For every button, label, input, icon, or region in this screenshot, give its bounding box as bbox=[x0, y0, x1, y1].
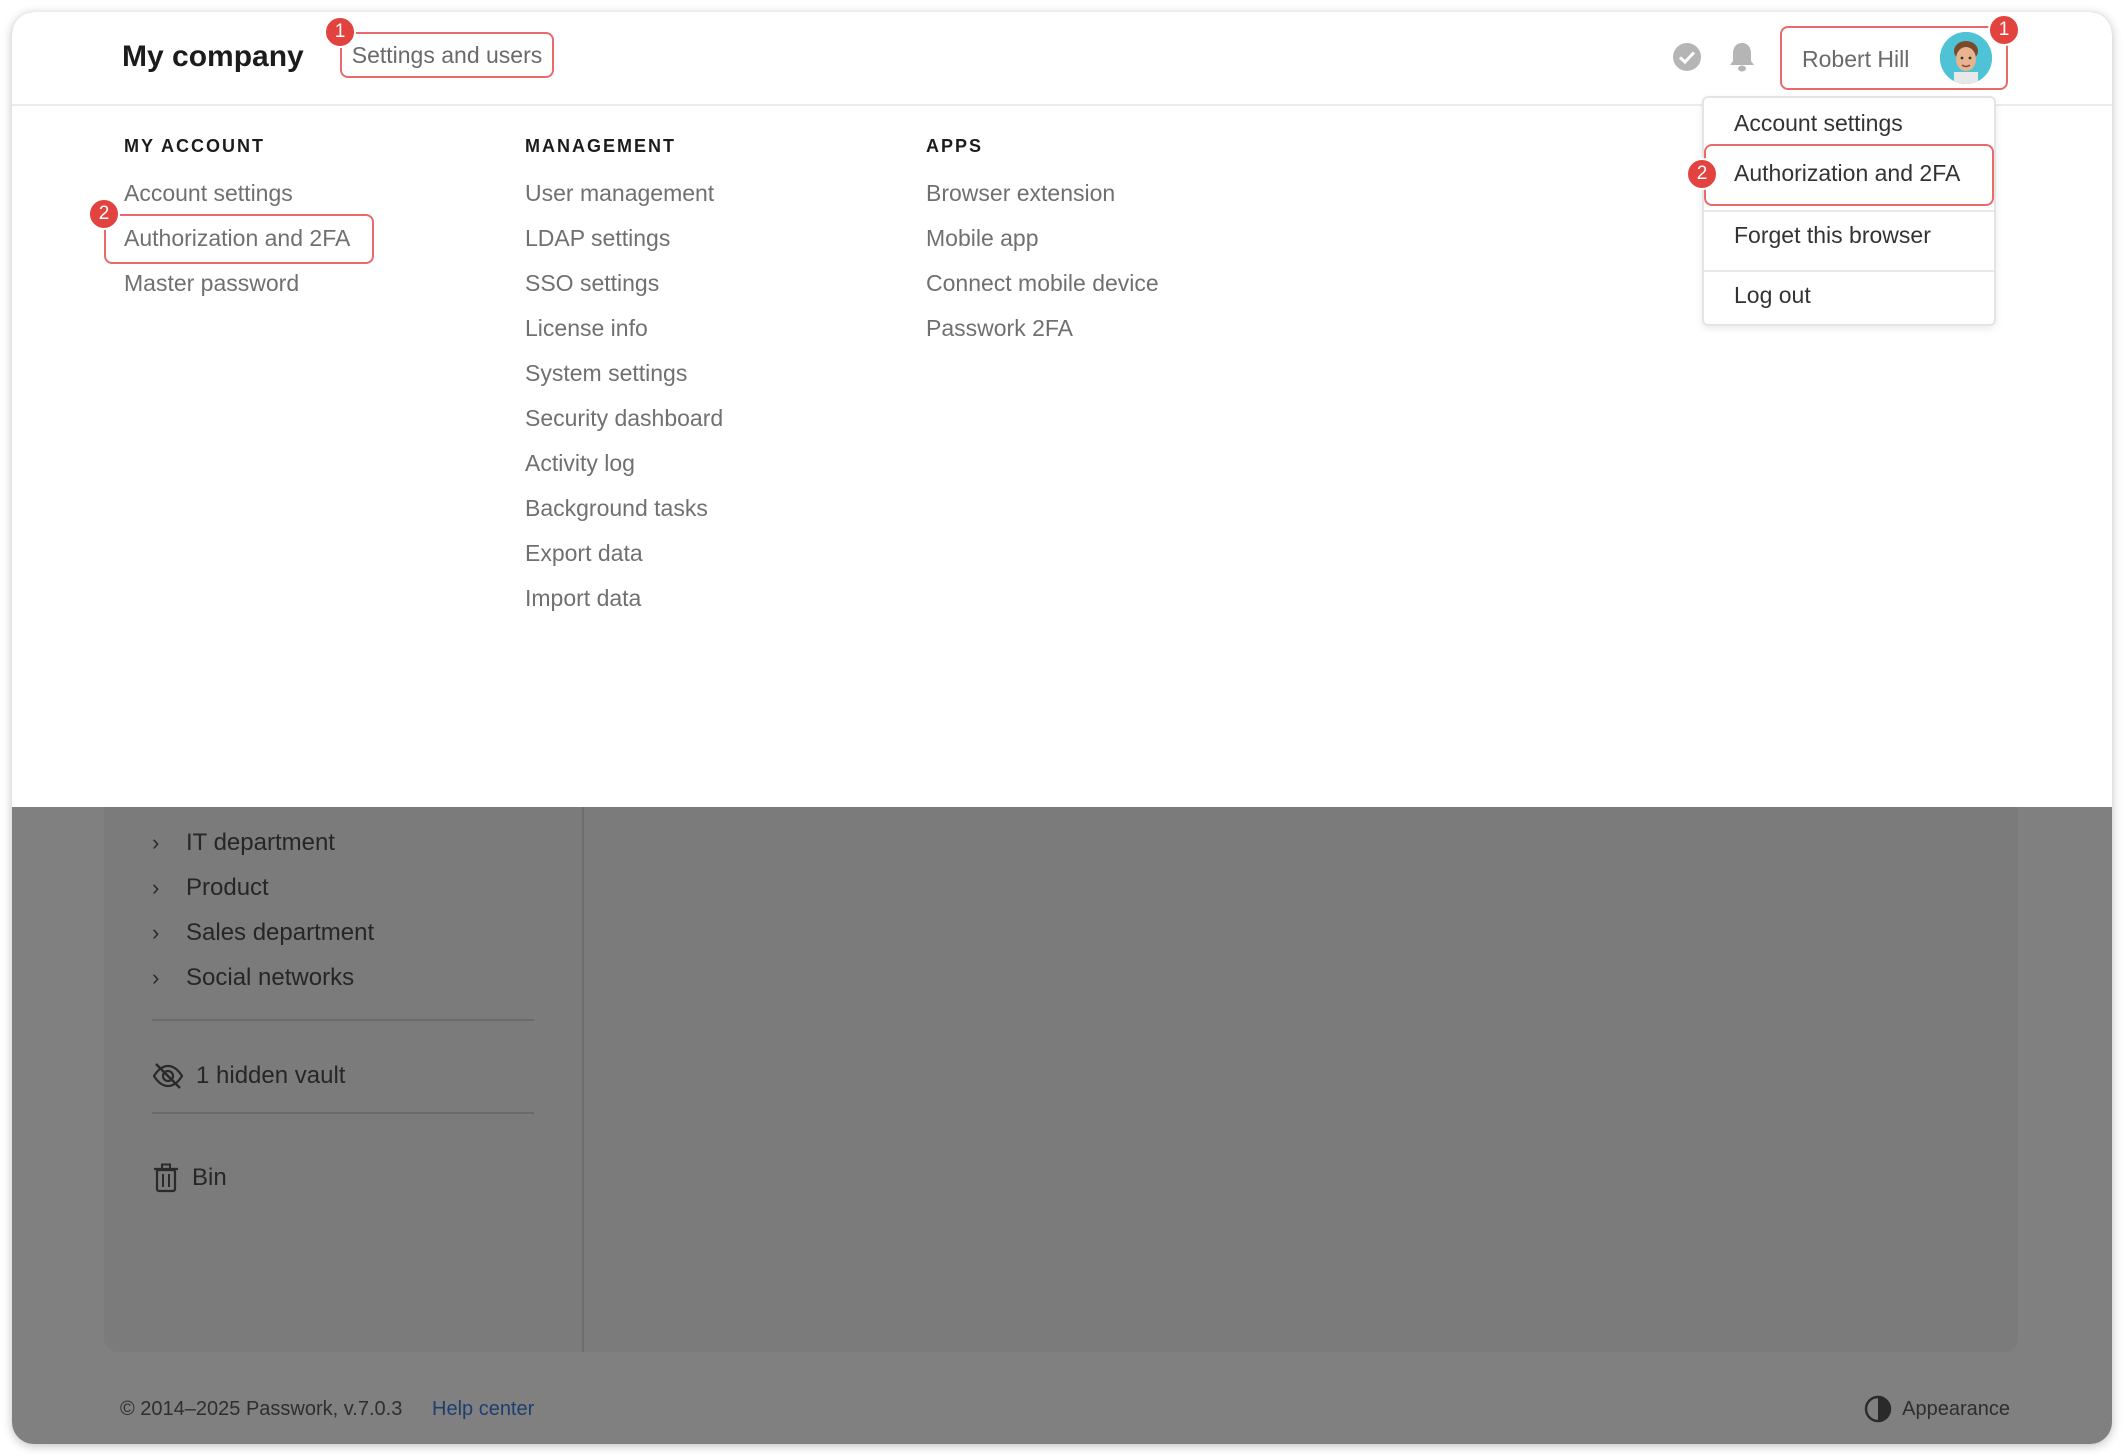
menu-link-license-info[interactable]: License info bbox=[525, 306, 723, 351]
footer-copyright: © 2014–2025 Passwork, v.7.0.3 bbox=[120, 1398, 403, 1420]
dropdown-item-log-out[interactable]: Log out bbox=[1734, 282, 1811, 309]
folder-item-social[interactable]: › Social networks bbox=[152, 955, 374, 1000]
avatar bbox=[1940, 32, 1992, 84]
folder-item-it[interactable]: › IT department bbox=[152, 820, 374, 865]
menu-link-activity-log[interactable]: Activity log bbox=[525, 441, 723, 486]
highlight-box bbox=[104, 214, 374, 264]
callout-badge: 2 bbox=[88, 198, 120, 230]
menu-link-connect-mobile-device[interactable]: Connect mobile device bbox=[926, 261, 1159, 306]
menu-link-account-settings[interactable]: Account settings bbox=[124, 171, 350, 216]
eye-off-icon bbox=[152, 1063, 184, 1089]
company-name[interactable]: My company bbox=[122, 40, 304, 74]
menu-link-browser-extension[interactable]: Browser extension bbox=[926, 171, 1159, 216]
app-window: › IT department › Product › Sales departmen… bbox=[12, 12, 2112, 1444]
settings-menu-panel: My company Settings and users 1 Robert H… bbox=[12, 12, 2112, 807]
menu-link-sso-settings[interactable]: SSO settings bbox=[525, 261, 723, 306]
bell-icon[interactable] bbox=[1727, 40, 1757, 74]
top-bar: My company Settings and users 1 Robert H… bbox=[12, 12, 2112, 106]
menu-link-passwork-2fa[interactable]: Passwork 2FA bbox=[926, 306, 1159, 351]
panel-divider bbox=[582, 802, 584, 1352]
callout-badge: 1 bbox=[324, 16, 356, 48]
dropdown-item-account-settings[interactable]: Account settings bbox=[1734, 110, 1903, 137]
settings-and-users-button[interactable]: Settings and users bbox=[340, 32, 554, 78]
section-heading: MANAGEMENT bbox=[525, 136, 676, 156]
contrast-icon bbox=[1864, 1395, 1892, 1423]
apps-column: APPS Browser extension Mobile app Connec… bbox=[926, 136, 1159, 351]
menu-link-import-data[interactable]: Import data bbox=[525, 576, 723, 621]
section-heading: APPS bbox=[926, 136, 984, 156]
menu-link-mobile-app[interactable]: Mobile app bbox=[926, 216, 1159, 261]
trash-icon bbox=[154, 1163, 178, 1193]
bin-link[interactable]: Bin bbox=[152, 1163, 227, 1193]
dropdown-separator bbox=[1704, 270, 1994, 272]
chevron-right-icon: › bbox=[152, 919, 160, 945]
help-center-link[interactable]: Help center bbox=[432, 1398, 534, 1421]
user-menu-button[interactable]: Robert Hill bbox=[1780, 26, 2008, 90]
user-dropdown-menu: Account settings Authorization and 2FA F… bbox=[1702, 96, 1996, 326]
chevron-right-icon: › bbox=[152, 874, 160, 900]
avatar-image bbox=[1940, 32, 1992, 84]
highlight-box bbox=[1704, 144, 1994, 206]
menu-link-export-data[interactable]: Export data bbox=[525, 531, 723, 576]
menu-link-system-settings[interactable]: System settings bbox=[525, 351, 723, 396]
dropdown-separator bbox=[1704, 210, 1994, 212]
chevron-right-icon: › bbox=[152, 964, 160, 990]
folder-item-product[interactable]: › Product bbox=[152, 865, 374, 910]
dropdown-item-forget-browser[interactable]: Forget this browser bbox=[1734, 222, 1931, 249]
folder-item-sales[interactable]: › Sales department bbox=[152, 910, 374, 955]
hidden-vault-link[interactable]: 1 hidden vault bbox=[152, 1062, 345, 1090]
menu-link-background-tasks[interactable]: Background tasks bbox=[525, 486, 723, 531]
menu-link-user-management[interactable]: User management bbox=[525, 171, 723, 216]
menu-link-master-password[interactable]: Master password bbox=[124, 261, 350, 306]
folder-list: › IT department › Product › Sales departmen… bbox=[152, 820, 374, 1000]
separator bbox=[152, 1112, 534, 1114]
section-heading: MY ACCOUNT bbox=[124, 136, 265, 156]
separator bbox=[152, 1019, 534, 1021]
check-circle-icon[interactable] bbox=[1672, 42, 1702, 72]
appearance-toggle[interactable]: Appearance bbox=[1864, 1395, 2010, 1423]
chevron-right-icon: › bbox=[152, 829, 160, 855]
menu-link-ldap-settings[interactable]: LDAP settings bbox=[525, 216, 723, 261]
user-name: Robert Hill bbox=[1802, 46, 1910, 72]
management-column: MANAGEMENT User management LDAP settings… bbox=[525, 136, 723, 621]
menu-link-security-dashboard[interactable]: Security dashboard bbox=[525, 396, 723, 441]
callout-badge: 2 bbox=[1686, 158, 1718, 190]
callout-badge: 1 bbox=[1988, 14, 2020, 46]
